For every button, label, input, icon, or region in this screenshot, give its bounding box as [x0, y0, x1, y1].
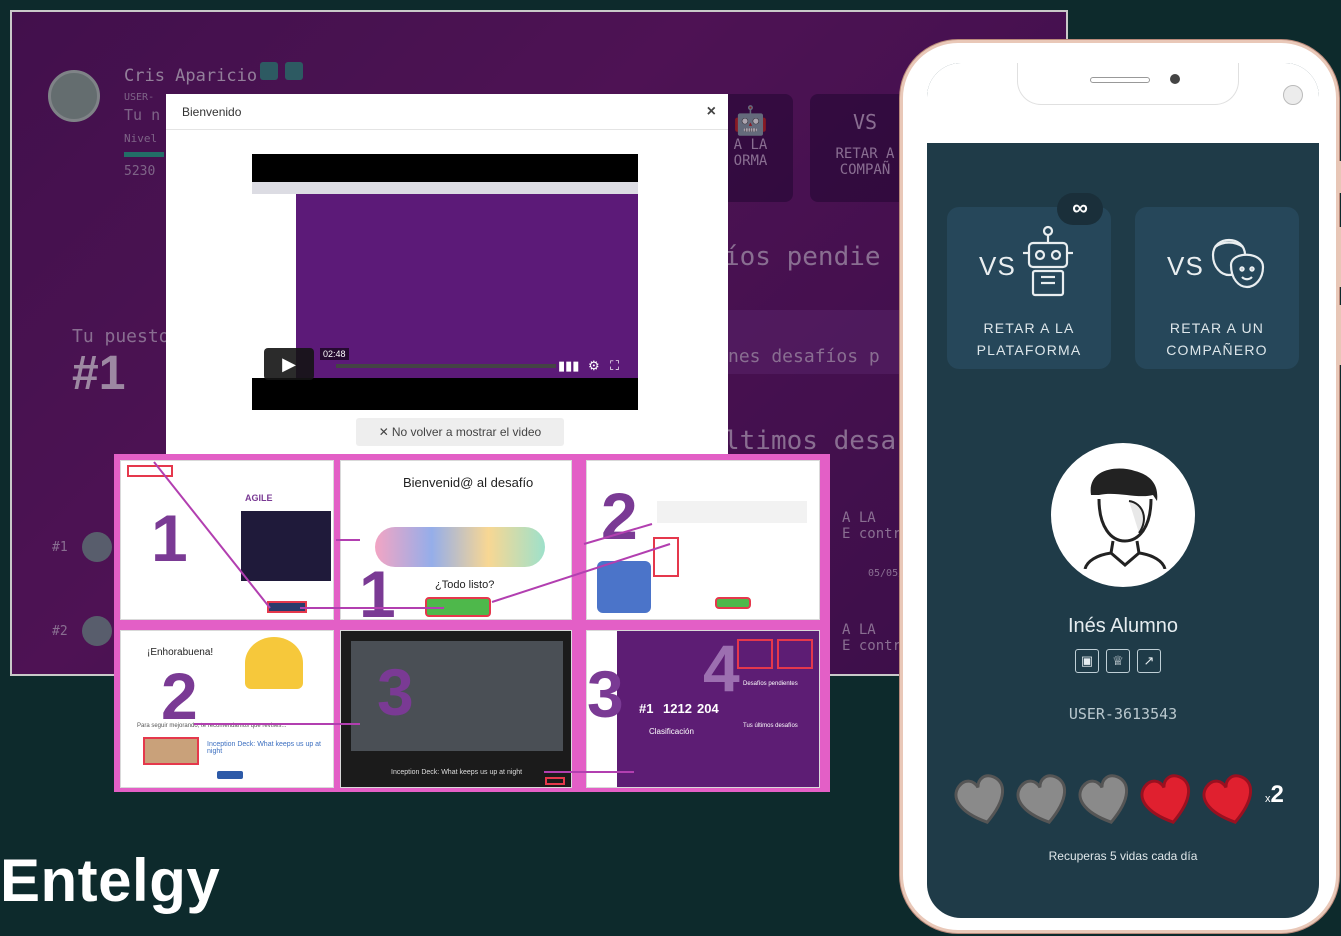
phone-mockup: VS RETAR A LA PLATAFORMA ∞ VS RETAR A UN… [900, 40, 1341, 933]
challenge-platform-label: RETAR A LA PLATAFORMA [976, 320, 1082, 358]
phone-side-button [1336, 227, 1341, 287]
speaker [1090, 77, 1150, 83]
heart-full-icon [1140, 774, 1191, 824]
phone-side-button [1336, 161, 1341, 193]
user-avatar-icon [1083, 468, 1167, 569]
phone-side-button [1336, 305, 1341, 365]
infinity-badge: ∞ [1057, 193, 1103, 225]
video-player[interactable]: ▶ 02:48 ▮▮▮ ⚙ ⛶ [252, 154, 638, 410]
profile-icon[interactable] [1283, 85, 1303, 105]
profile-actions: ▣ ♕ ↗ [1075, 649, 1161, 673]
chart-icon[interactable]: ↗ [1137, 649, 1161, 673]
lives-count: x2 [1265, 781, 1284, 808]
close-icon[interactable]: × [707, 103, 716, 121]
two-people-icon [1211, 239, 1265, 289]
flow-arrows [153, 461, 671, 773]
robot-icon [1023, 225, 1073, 297]
video-progress[interactable] [336, 364, 556, 368]
fullscreen-icon[interactable]: ⛶ [610, 358, 619, 374]
challenge-partner-button[interactable]: VS RETAR A UN COMPAÑERO [1135, 207, 1299, 369]
modal-title: Bienvenido [182, 104, 242, 119]
vs-label: VS [1167, 251, 1205, 281]
heart-empty-icon [1016, 774, 1067, 824]
heart-empty-icon [954, 774, 1005, 824]
vs-label: VS [979, 251, 1017, 281]
heart-empty-icon [1078, 774, 1129, 824]
browser-chrome [252, 182, 638, 194]
phone-notch [1017, 63, 1239, 105]
steps-collage: AGILE 1 Bienvenid@ al desafío ¿Todo list… [114, 454, 830, 792]
entelgy-logo: Entelgy [0, 847, 221, 914]
dont-show-again-button[interactable]: ✕ No volver a mostrar el video [356, 418, 564, 446]
close-x-icon: ✕ [378, 425, 389, 439]
trophy-icon[interactable]: ♕ [1106, 649, 1130, 673]
profile-user-id: USER-3613543 [1068, 705, 1178, 723]
welcome-modal: Bienvenido × ▶ 02:48 ▮▮▮ ⚙ ⛶ ✕ No volver… [166, 94, 728, 476]
modal-header: Bienvenido × [166, 94, 728, 130]
lives-recover-text: Recuperas 5 vidas cada día [1048, 849, 1198, 863]
camera [1170, 74, 1180, 84]
lives-hearts [951, 769, 1259, 829]
heart-full-icon [1202, 774, 1253, 824]
gear-icon[interactable]: ⚙ [588, 358, 600, 374]
challenge-platform-button[interactable]: VS RETAR A LA PLATAFORMA [947, 207, 1111, 369]
badge-icon[interactable]: ▣ [1075, 649, 1099, 673]
profile-name: Inés Alumno [1067, 615, 1179, 637]
play-icon[interactable]: ▶ [264, 348, 314, 380]
profile-avatar [1051, 443, 1195, 587]
challenge-partner-label: RETAR A UN COMPAÑERO [1166, 320, 1268, 358]
volume-icon[interactable]: ▮▮▮ [558, 358, 579, 374]
video-time: 02:48 [320, 348, 349, 360]
phone-screen: VS RETAR A LA PLATAFORMA ∞ VS RETAR A UN… [927, 63, 1319, 918]
